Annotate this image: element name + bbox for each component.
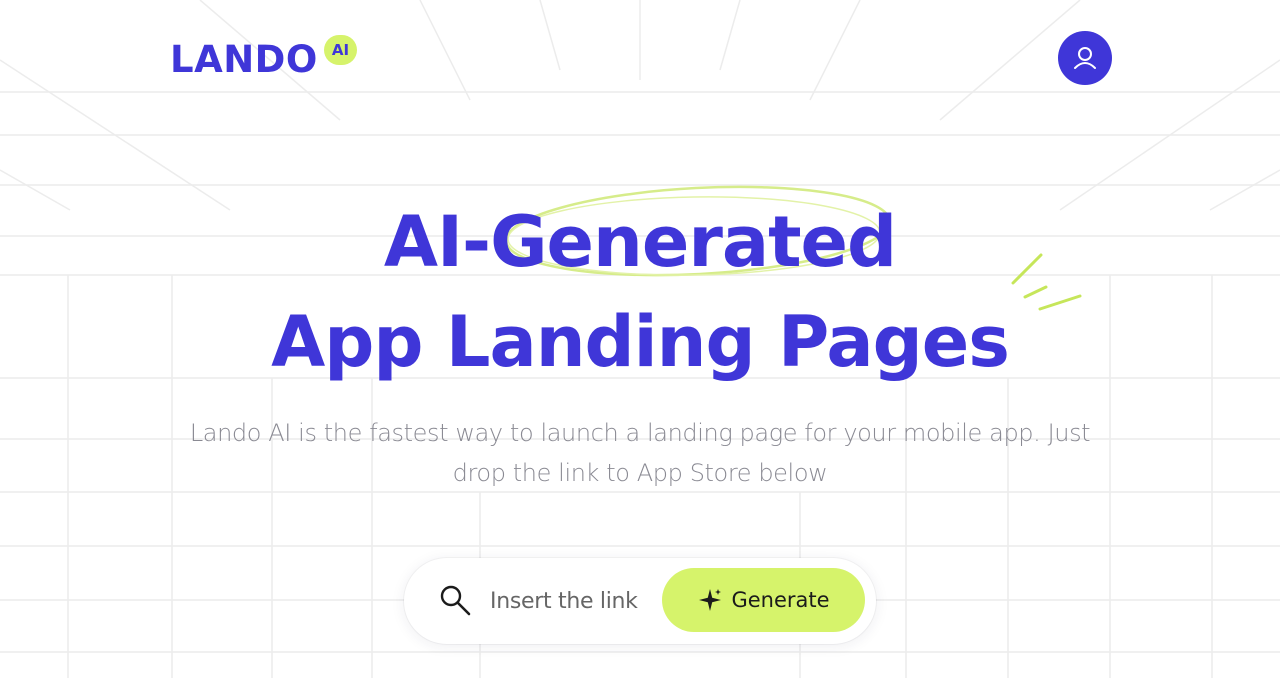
hero-title-line-1: AI-Generated (383, 201, 897, 283)
link-search-bar: Generate (404, 558, 876, 644)
hero-title: AI-Generated App Landing Pages (0, 192, 1280, 392)
brand-name: LANDO (170, 38, 318, 81)
landing-page: LANDO AI AI-Generated App Landing Pages … (0, 0, 1280, 678)
search-icon (440, 585, 471, 616)
hero-subtitle: Lando AI is the fastest way to launch a … (189, 419, 1091, 487)
generate-button[interactable]: Generate (662, 568, 865, 632)
generate-button-label: Generate (731, 588, 830, 612)
user-icon (1074, 47, 1096, 69)
sparkle-icon (699, 589, 722, 611)
link-input[interactable] (490, 578, 660, 624)
account-button[interactable] (1058, 31, 1112, 85)
brand-logo[interactable]: LANDO AI (170, 35, 358, 82)
brand-badge: AI (323, 35, 358, 65)
hero-title-line-2: App Landing Pages (271, 301, 1010, 383)
